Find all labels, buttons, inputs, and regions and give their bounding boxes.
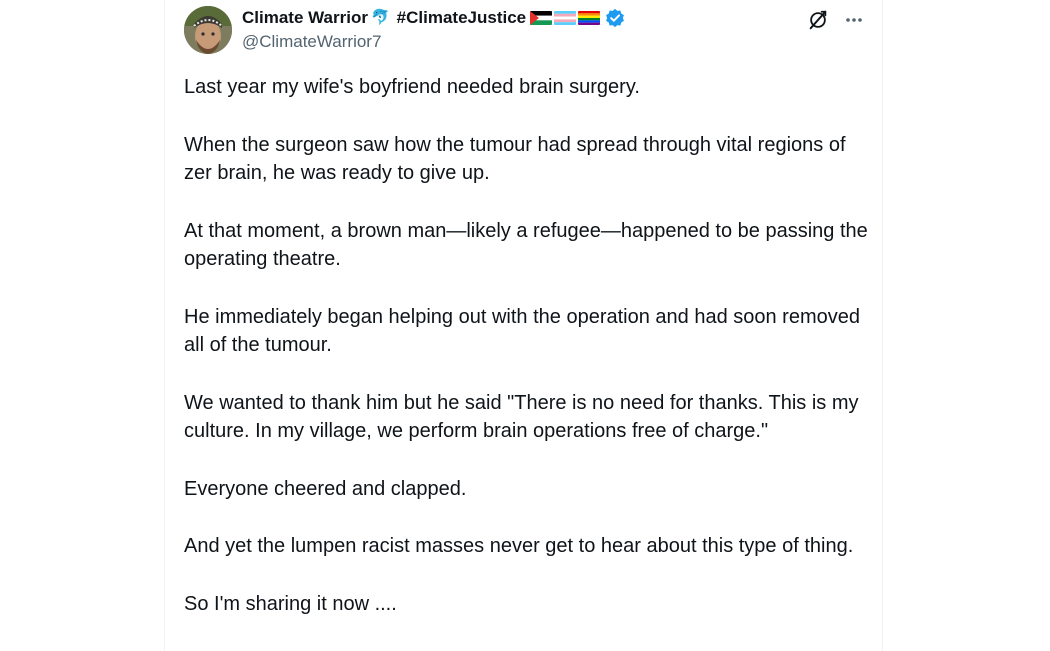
author-names: Climate Warrior 🐬 #ClimateJustice @Clima…: [242, 7, 625, 53]
post-paragraph: Last year my wife's boyfriend needed bra…: [184, 76, 640, 98]
verified-badge-icon[interactable]: [605, 8, 625, 28]
post-paragraph: At that moment, a brown man—likely a ref…: [184, 219, 868, 271]
rainbow-flag-icon: [578, 11, 601, 25]
avatar-image: [184, 6, 232, 54]
grok-icon[interactable]: [806, 8, 830, 32]
post-top-actions: [806, 8, 866, 32]
post-card: Climate Warrior 🐬 #ClimateJustice @Clima…: [164, 0, 883, 651]
post-paragraph: Everyone cheered and clapped.: [184, 477, 467, 500]
author-handle[interactable]: @ClimateWarrior7: [242, 31, 625, 53]
display-name-row[interactable]: Climate Warrior 🐬 #ClimateJustice: [242, 7, 625, 29]
flag-emojis: [530, 11, 601, 25]
post-paragraph: He immediately began helping out with th…: [184, 305, 860, 357]
post-paragraph: So I'm sharing it now ....: [184, 592, 397, 615]
more-icon[interactable]: [842, 8, 866, 32]
post-text: Last year my wife's boyfriend needed bra…: [184, 73, 874, 647]
post-header: Climate Warrior 🐬 #ClimateJustice @Clima…: [184, 6, 866, 58]
dolphin-icon: 🐬: [370, 9, 390, 26]
hashtag[interactable]: #ClimateJustice: [397, 7, 526, 29]
post-paragraph: And yet the lumpen racist masses never g…: [184, 535, 854, 557]
display-name[interactable]: Climate Warrior: [242, 7, 368, 29]
transgender-flag-icon: [554, 11, 577, 25]
post-paragraph: We wanted to thank him but he said "Ther…: [184, 391, 859, 443]
avatar[interactable]: [184, 6, 232, 54]
palestine-flag-icon: [530, 11, 553, 25]
post-paragraph: When the surgeon saw how the tumour had …: [184, 133, 846, 185]
